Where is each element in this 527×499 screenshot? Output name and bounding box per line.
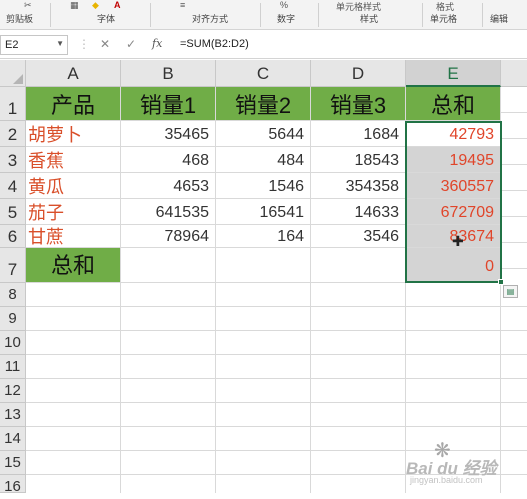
- row-header-9[interactable]: 9: [0, 307, 26, 331]
- row-header-15[interactable]: 15: [0, 451, 26, 475]
- cell-c2[interactable]: 5644: [216, 121, 311, 147]
- cell-b1[interactable]: 销量1: [121, 87, 216, 121]
- cell-a4[interactable]: 黄瓜: [26, 173, 121, 199]
- divider: [150, 3, 151, 27]
- divider: [50, 3, 51, 27]
- group-clipboard: 剪贴板: [6, 14, 34, 24]
- divider: [422, 3, 423, 27]
- row-header-6[interactable]: 6: [0, 225, 26, 248]
- column-header-b[interactable]: B: [121, 60, 216, 87]
- cell-a3[interactable]: 香蕉: [26, 147, 121, 173]
- cell-e5[interactable]: 672709: [406, 199, 501, 225]
- cell-c5[interactable]: 16541: [216, 199, 311, 225]
- cell-d7[interactable]: [311, 248, 406, 283]
- cell-b3[interactable]: 468: [121, 147, 216, 173]
- cell-c4[interactable]: 1546: [216, 173, 311, 199]
- name-box[interactable]: E2 ▼: [0, 35, 68, 55]
- cell-a2[interactable]: 胡萝卜: [26, 121, 121, 147]
- column-header-a[interactable]: A: [26, 60, 121, 87]
- cross-cursor-icon: ✚: [452, 233, 464, 249]
- formula-input[interactable]: =SUM(B2:D2): [176, 35, 527, 55]
- group-cells: 单元格: [430, 14, 458, 24]
- formula-bar: E2 ▼ ⋮ ✕ ✓ fx =SUM(B2:D2): [0, 31, 527, 59]
- divider: [318, 3, 319, 27]
- cell-e3[interactable]: 19495: [406, 147, 501, 173]
- column-header-c[interactable]: C: [216, 60, 311, 87]
- row-header-3[interactable]: 3: [0, 147, 26, 173]
- group-number: 数字: [277, 14, 296, 24]
- cell-d3[interactable]: 18543: [311, 147, 406, 173]
- cell-d6[interactable]: 3546: [311, 225, 406, 248]
- row-header-5[interactable]: 5: [0, 199, 26, 225]
- name-box-value: E2: [5, 39, 19, 51]
- enter-icon[interactable]: ✓: [126, 37, 136, 51]
- ribbon: ✂ 剪贴板 ▦ ◆ A 字体 ≡ 对齐方式 % 数字 单元格样式 样式 格式 单…: [0, 0, 527, 30]
- cancel-icon[interactable]: ✕: [100, 37, 110, 51]
- cell-d5[interactable]: 14633: [311, 199, 406, 225]
- cell-e2[interactable]: 42793: [406, 121, 501, 147]
- number-format-icon[interactable]: %: [280, 0, 288, 10]
- cell-b4[interactable]: 4653: [121, 173, 216, 199]
- right-column-strip[interactable]: [501, 87, 527, 283]
- group-alignment: 对齐方式: [192, 14, 229, 24]
- cell-b5[interactable]: 641535: [121, 199, 216, 225]
- row-header-8[interactable]: 8: [0, 283, 26, 307]
- insert-function-icon[interactable]: fx: [152, 37, 162, 50]
- group-styles: 样式: [360, 14, 379, 24]
- font-color-icon[interactable]: A: [114, 0, 121, 10]
- cell-a1[interactable]: 产品: [26, 87, 121, 121]
- options-icon[interactable]: ⋮: [78, 37, 90, 51]
- group-editing: 编辑: [490, 14, 509, 24]
- cell-b6[interactable]: 78964: [121, 225, 216, 248]
- row-header-2[interactable]: 2: [0, 121, 26, 147]
- row-header-16[interactable]: 16: [0, 475, 26, 495]
- clipboard-icon[interactable]: ✂: [24, 0, 32, 11]
- cell-c6[interactable]: 164: [216, 225, 311, 248]
- row-header-4[interactable]: 4: [0, 173, 26, 199]
- cell-d1[interactable]: 销量3: [311, 87, 406, 121]
- row-header-10[interactable]: 10: [0, 331, 26, 355]
- cell-c7[interactable]: [216, 248, 311, 283]
- row-header-14[interactable]: 14: [0, 427, 26, 451]
- cell-d2[interactable]: 1684: [311, 121, 406, 147]
- cell-b7[interactable]: [121, 248, 216, 283]
- column-header-d[interactable]: D: [311, 60, 406, 87]
- cell-e1[interactable]: 总和: [406, 87, 501, 121]
- column-header-f[interactable]: [501, 60, 527, 87]
- quick-analysis-icon[interactable]: ▤: [503, 285, 518, 298]
- cell-a5[interactable]: 茄子: [26, 199, 121, 225]
- indent-icon[interactable]: ≡: [180, 0, 185, 10]
- watermark-url: jingyan.baidu.com: [410, 475, 483, 485]
- row-header-12[interactable]: 12: [0, 379, 26, 403]
- fill-color-icon[interactable]: ◆: [92, 0, 99, 11]
- border-icon[interactable]: ▦: [70, 0, 79, 11]
- group-font: 字体: [97, 14, 116, 24]
- divider: [260, 3, 261, 27]
- row-header-11[interactable]: 11: [0, 355, 26, 379]
- cell-b2[interactable]: 35465: [121, 121, 216, 147]
- cell-e7[interactable]: 0: [406, 248, 501, 283]
- cell-c1[interactable]: 销量2: [216, 87, 311, 121]
- cell-e4[interactable]: 360557: [406, 173, 501, 199]
- cell-a7[interactable]: 总和: [26, 248, 121, 283]
- row-header-7[interactable]: 7: [0, 248, 26, 283]
- select-all-button[interactable]: [0, 60, 26, 87]
- cell-c3[interactable]: 484: [216, 147, 311, 173]
- select-all-triangle-icon: [13, 74, 23, 84]
- divider: [482, 3, 483, 27]
- cell-d4[interactable]: 354358: [311, 173, 406, 199]
- row-header-1[interactable]: 1: [0, 87, 26, 121]
- baidu-watermark: ❋ Bai du 经验 jingyan.baidu.com: [402, 438, 524, 490]
- row-header-13[interactable]: 13: [0, 403, 26, 427]
- chevron-down-icon[interactable]: ▼: [56, 39, 64, 48]
- column-header-e[interactable]: E: [406, 60, 501, 87]
- cell-a6[interactable]: 甘蔗: [26, 225, 121, 248]
